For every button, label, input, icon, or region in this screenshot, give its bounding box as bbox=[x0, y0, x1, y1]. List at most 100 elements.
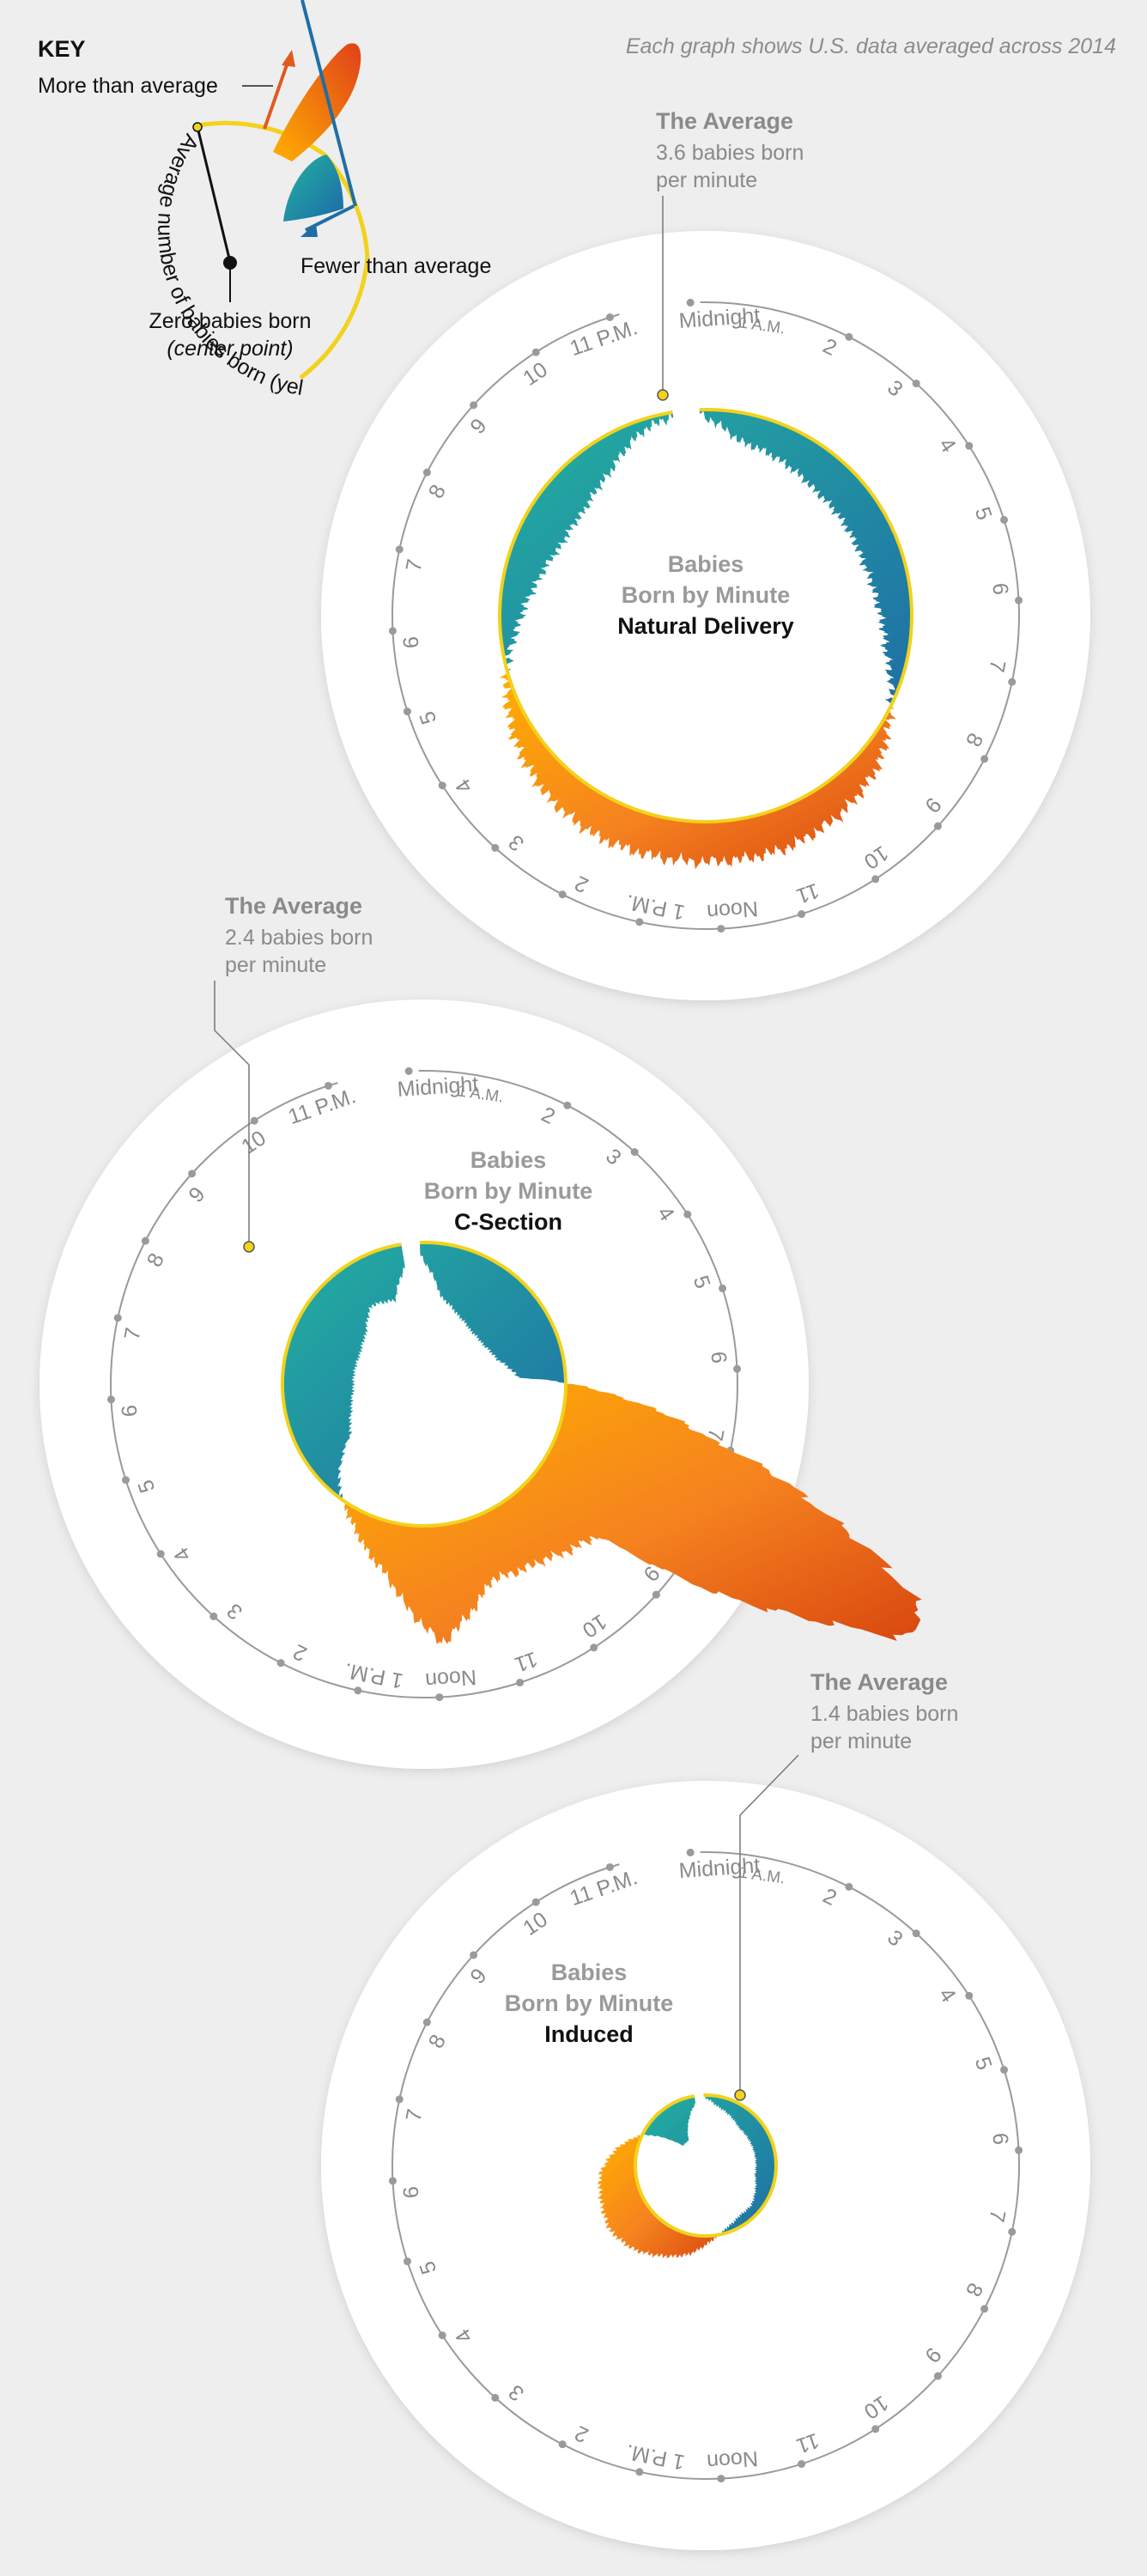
hour-dot bbox=[491, 2393, 500, 2402]
center-title-line-3: Induced bbox=[544, 2021, 634, 2047]
average-value-line-1: 3.6 babies born bbox=[656, 141, 804, 165]
hour-dot bbox=[422, 468, 431, 477]
average-marker bbox=[657, 389, 669, 401]
hour-dot bbox=[388, 2177, 397, 2185]
source-note: Each graph shows U.S. data averaged acro… bbox=[626, 34, 1116, 58]
hour-dot bbox=[845, 332, 853, 341]
center-title-line-2: Born by Minute bbox=[622, 582, 791, 608]
hour-dot bbox=[516, 1679, 525, 1687]
hour-dot bbox=[403, 2257, 411, 2266]
hour-dot bbox=[209, 1612, 218, 1620]
hour-dot bbox=[121, 1476, 130, 1485]
hour-dot bbox=[403, 708, 411, 716]
hour-dot bbox=[635, 2468, 644, 2476]
dial-background bbox=[39, 999, 809, 1769]
center-title-line-1: Babies bbox=[551, 1959, 628, 1985]
average-value-line-2: per minute bbox=[810, 1729, 912, 1753]
average-value-line-2: per minute bbox=[656, 168, 757, 192]
hour-dot bbox=[558, 2440, 567, 2449]
key-fewer-label: Fewer than average bbox=[300, 254, 491, 278]
hour-dot bbox=[1000, 2065, 1009, 2074]
hour-label: Noon bbox=[706, 2446, 759, 2474]
hour-dot bbox=[683, 1210, 692, 1218]
hour-dot bbox=[965, 1991, 974, 2000]
key-more-arrow bbox=[263, 59, 290, 130]
infographic-canvas: Each graph shows U.S. data averaged acro… bbox=[0, 0, 1116, 2550]
hour-dot bbox=[871, 2425, 880, 2433]
hour-dot bbox=[531, 1898, 540, 1906]
hour-dot bbox=[912, 1929, 920, 1938]
hour-dot bbox=[113, 1314, 122, 1322]
hour-dot bbox=[141, 1236, 149, 1245]
hour-dot bbox=[686, 1848, 695, 1856]
hour-dot bbox=[1015, 2146, 1023, 2154]
average-title: The Average bbox=[656, 108, 793, 134]
average-title: The Average bbox=[225, 893, 362, 919]
hour-dot bbox=[798, 2460, 806, 2469]
center-title-line-3: C-Section bbox=[454, 1209, 562, 1235]
hour-label: 6 bbox=[118, 1404, 143, 1418]
hour-dot bbox=[635, 918, 644, 927]
key-more-label: More than average bbox=[38, 74, 218, 98]
key-zero-label: Zero babies born bbox=[149, 309, 311, 333]
key-title: KEY bbox=[38, 36, 86, 62]
hour-dot bbox=[933, 822, 942, 830]
hour-dot bbox=[491, 843, 500, 852]
average-marker bbox=[734, 2089, 746, 2101]
hour-dot bbox=[558, 890, 567, 899]
key-radius-line bbox=[196, 126, 232, 263]
center-title-line-2: Born by Minute bbox=[424, 1178, 593, 1204]
hour-dot bbox=[871, 875, 880, 884]
center-title-line-2: Born by Minute bbox=[505, 1990, 674, 2016]
hour-dot bbox=[630, 1148, 639, 1157]
hour-dot bbox=[717, 925, 725, 933]
hour-dot bbox=[531, 348, 540, 356]
hour-dot bbox=[250, 1116, 258, 1125]
chart-induced: Midnight1 A.M.234567891011Noon1 P.M.2345… bbox=[321, 1669, 1090, 2550]
hour-label: 6 bbox=[399, 635, 424, 649]
key-legend: KEY More than average Fewer than average… bbox=[0, 0, 491, 400]
hour-dot bbox=[422, 2018, 431, 2026]
hour-label: 6 bbox=[399, 2185, 424, 2199]
center-title-line-1: Babies bbox=[470, 1147, 547, 1173]
hour-dot bbox=[719, 1284, 727, 1292]
hour-dot bbox=[652, 1590, 660, 1599]
hour-dot bbox=[188, 1170, 197, 1178]
hour-dot bbox=[717, 2475, 725, 2483]
center-title-line-3: Natural Delivery bbox=[617, 613, 794, 639]
hour-dot bbox=[106, 1395, 115, 1404]
hour-dot bbox=[404, 1066, 413, 1075]
center-title-line-1: Babies bbox=[668, 551, 744, 577]
hour-dot bbox=[686, 298, 695, 307]
average-value-line-1: 2.4 babies born bbox=[225, 926, 373, 950]
hour-dot bbox=[563, 1101, 572, 1109]
hour-dot bbox=[438, 781, 446, 790]
hour-label: 6 bbox=[988, 582, 1013, 596]
hour-label: 6 bbox=[707, 1351, 731, 1364]
average-marker bbox=[243, 1241, 255, 1253]
hour-dot bbox=[395, 2095, 404, 2104]
hour-dot bbox=[1015, 596, 1023, 605]
hour-dot bbox=[798, 910, 806, 919]
average-value-line-1: 1.4 babies born bbox=[810, 1702, 958, 1726]
hour-dot bbox=[1008, 2227, 1017, 2236]
hour-dot bbox=[438, 2331, 446, 2340]
dial-background bbox=[321, 1781, 1090, 2550]
hour-label: Noon bbox=[706, 896, 759, 924]
hour-dot bbox=[845, 1882, 853, 1891]
hour-dot bbox=[965, 441, 974, 450]
hour-dot bbox=[980, 755, 989, 763]
hour-dot bbox=[276, 1659, 285, 1668]
average-title: The Average bbox=[810, 1669, 948, 1695]
hour-dot bbox=[590, 1643, 598, 1652]
chart-natural-delivery: Midnight1 A.M.234567891011Noon1 P.M.2345… bbox=[321, 108, 1090, 1000]
hour-dot bbox=[933, 2372, 942, 2380]
hour-dot bbox=[1008, 677, 1017, 686]
hour-dot bbox=[435, 1693, 444, 1702]
hour-dot bbox=[324, 1081, 332, 1090]
hour-dot bbox=[980, 2305, 989, 2313]
hour-dot bbox=[912, 380, 920, 388]
hour-dot bbox=[1000, 515, 1009, 524]
hour-dot bbox=[470, 401, 478, 410]
chart-c-section: Midnight1 A.M.234567891011Noon1 P.M.2345… bbox=[39, 893, 922, 1769]
